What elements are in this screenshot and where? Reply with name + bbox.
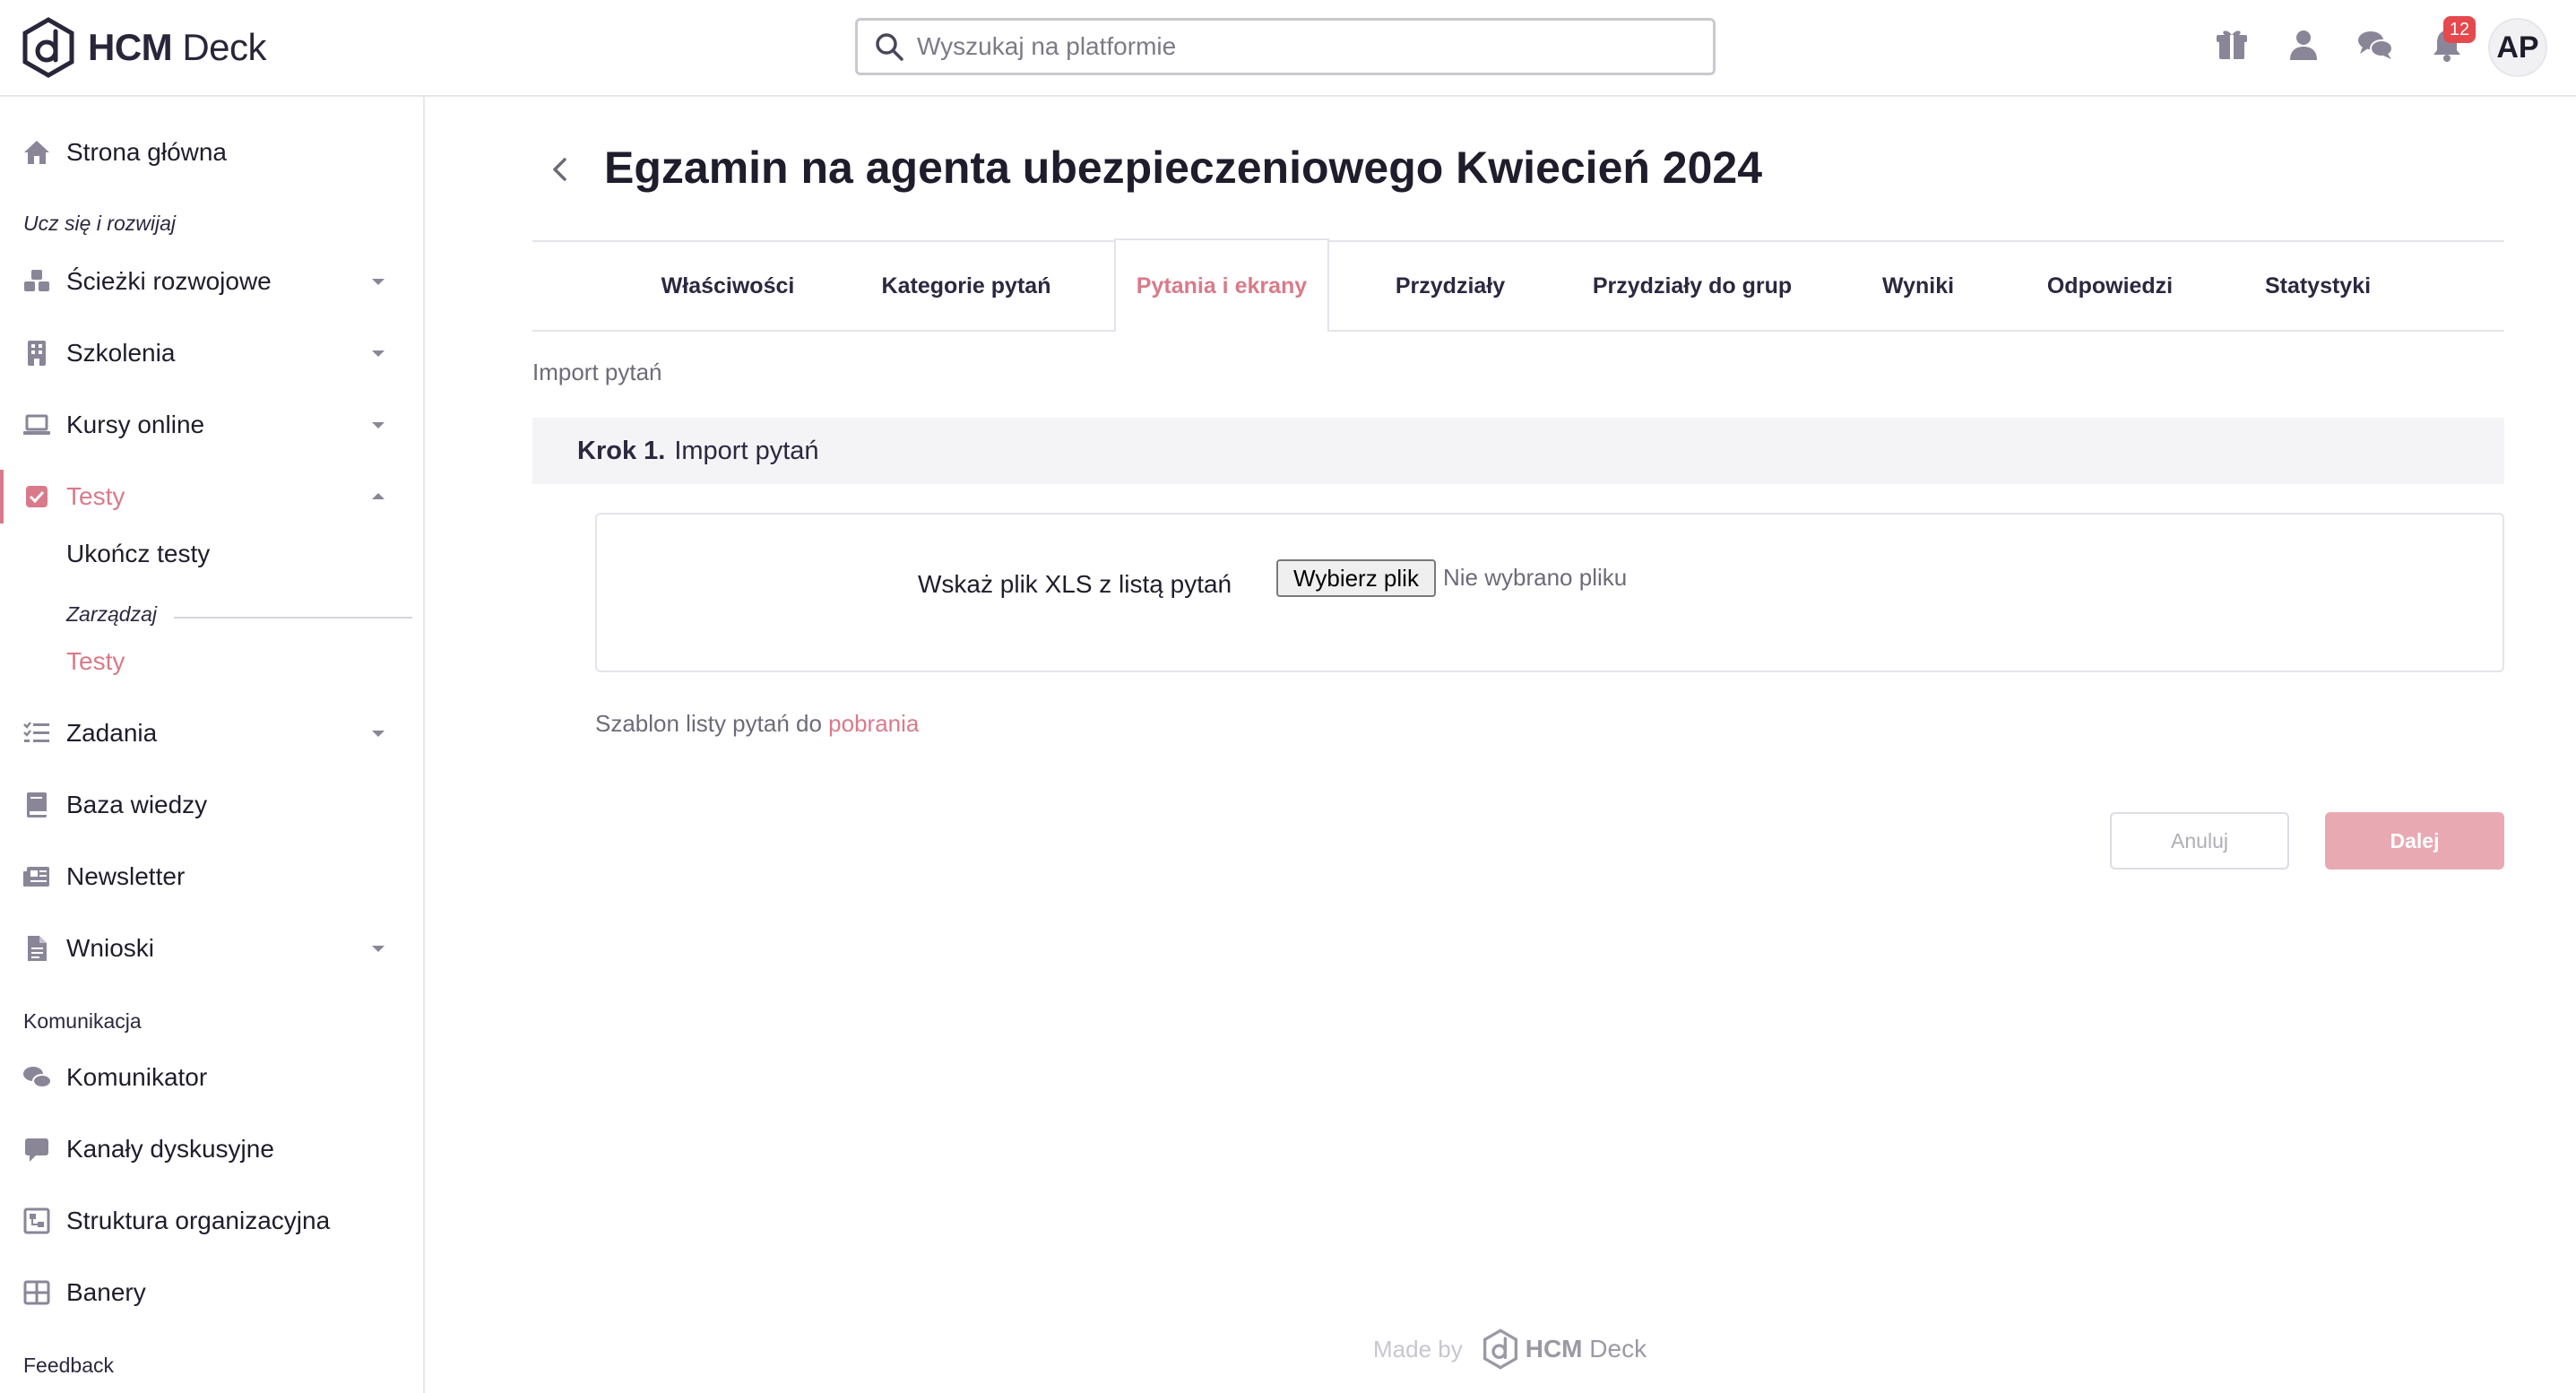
chat-icon[interactable]: [2356, 25, 2395, 65]
sidebar-item-discussion-channels[interactable]: Kanały dyskusyjne: [0, 1122, 423, 1176]
sidebar-item-label: Ścieżki rozwojowe: [66, 267, 272, 295]
sidebar-item-label: Struktura organizacyjna: [66, 1207, 331, 1234]
tab-statistics[interactable]: Statystyki: [2237, 242, 2399, 330]
sidebar-item-label: Baza wiedzy: [66, 791, 208, 818]
tab-questions-and-screens[interactable]: Pytania i ekrany: [1114, 240, 1329, 332]
tab-answers[interactable]: Odpowiedzi: [2022, 242, 2198, 330]
sidebar-item-label: Newsletter: [66, 862, 186, 890]
template-info: Szablon listy pytań do pobrania: [595, 710, 919, 738]
sidebar-item-trainings[interactable]: Szkolenia: [0, 326, 423, 380]
sidebar-item-label: Strona główna: [66, 138, 228, 166]
step-header: Krok 1. Import pytań: [532, 418, 2504, 484]
chevron-up-icon[interactable]: [366, 484, 391, 509]
sidebar-item-label: Kanały dyskusyjne: [66, 1135, 274, 1163]
brand-name: HCM Deck: [88, 26, 267, 68]
step-title: Import pytań: [674, 436, 819, 465]
tab-assignments[interactable]: Przydziały: [1370, 242, 1531, 330]
footer-brand[interactable]: HCM Deck: [1526, 1335, 1647, 1363]
user-icon[interactable]: [2284, 25, 2323, 65]
sidebar-item-label: Wnioski: [66, 934, 155, 962]
hcm-deck-logo[interactable]: HCM Deck: [22, 16, 267, 79]
sidebar-item-label: Komunikator: [66, 1063, 208, 1091]
choose-file-button[interactable]: Wybierz plik: [1276, 559, 1436, 597]
section-learn: Ucz się i rozwijaj: [23, 212, 176, 235]
chevron-down-icon[interactable]: [366, 936, 391, 961]
sidebar-item-banners[interactable]: Banery: [0, 1266, 423, 1319]
newspaper-icon: [22, 861, 52, 892]
building-icon: [22, 338, 52, 368]
sidebar-item-label: Kursy online: [66, 411, 205, 438]
sidebar-item-knowledge-base[interactable]: Baza wiedzy: [0, 778, 423, 832]
next-button[interactable]: Dalej: [2325, 812, 2504, 870]
tab-question-categories[interactable]: Kategorie pytań: [859, 242, 1074, 330]
sidebar-item-online-courses[interactable]: Kursy online: [0, 398, 423, 452]
tab-group-assignments[interactable]: Przydziały do grup: [1570, 242, 1814, 330]
comment-icon: [22, 1134, 52, 1164]
hcm-logo-icon: [22, 17, 74, 78]
manage-section-label: Zarządzaj: [66, 602, 157, 626]
file-status: Nie wybrano pliku: [1443, 564, 1628, 591]
cubes-icon: [22, 266, 52, 297]
comments-icon: [22, 1062, 52, 1093]
tab-properties[interactable]: Właściwości: [638, 242, 817, 330]
sidebar-item-tests[interactable]: Testy: [0, 470, 423, 523]
sidebar-item-org-structure[interactable]: Struktura organizacyjna: [0, 1194, 423, 1248]
sidebar-subitem-manage-tests[interactable]: Testy: [66, 647, 125, 676]
tabs-bottom-border: [532, 330, 2504, 332]
tab-results[interactable]: Wyniki: [1855, 242, 1981, 330]
home-icon: [22, 137, 52, 168]
cancel-button[interactable]: Anuluj: [2110, 812, 2289, 870]
breadcrumb: Import pytań: [532, 359, 662, 385]
top-bar: HCM Deck Wyszukaj na platformie 12 AP: [0, 0, 2576, 97]
gift-icon[interactable]: [2212, 25, 2252, 65]
footer: Made by HCM Deck: [1373, 1327, 1647, 1371]
template-info-text: Szablon listy pytań do: [595, 710, 829, 737]
upload-label: Wskaż plik XLS z listą pytań: [918, 570, 1232, 598]
checkbox-icon: [22, 481, 52, 512]
sidebar-item-newsletter[interactable]: Newsletter: [0, 850, 423, 904]
upload-panel: [595, 513, 2504, 672]
org-chart-icon: [22, 1206, 52, 1236]
chevron-down-icon[interactable]: [366, 721, 391, 746]
made-by-label: Made by: [1373, 1335, 1463, 1363]
download-template-link[interactable]: pobrania: [828, 710, 919, 737]
sidebar-item-label: Zadania: [66, 719, 158, 747]
search-placeholder: Wyszukaj na platformie: [917, 32, 1177, 60]
sidebar: Strona główna Ucz się i rozwijaj Ścieżki…: [0, 97, 425, 1393]
sidebar-item-tasks[interactable]: Zadania: [0, 706, 423, 760]
notification-badge: 12: [2443, 16, 2476, 43]
chevron-down-icon[interactable]: [366, 412, 391, 437]
sidebar-item-label: Szkolenia: [66, 339, 176, 367]
chevron-down-icon[interactable]: [366, 341, 391, 366]
step-number: Krok 1.: [577, 436, 666, 465]
tasks-icon: [22, 718, 52, 748]
sidebar-item-label: Banery: [66, 1278, 146, 1306]
laptop-icon: [22, 410, 52, 440]
sidebar-item-home[interactable]: Strona główna: [0, 125, 423, 179]
grid-icon: [22, 1277, 52, 1308]
file-icon: [22, 933, 52, 964]
back-button[interactable]: [538, 147, 583, 192]
sidebar-item-label: Testy: [66, 482, 125, 510]
avatar[interactable]: AP: [2488, 18, 2547, 77]
chevron-down-icon[interactable]: [366, 269, 391, 294]
chevron-left-icon: [553, 158, 566, 181]
section-feedback: Feedback: [23, 1354, 115, 1377]
hcm-logo-icon: [1482, 1328, 1517, 1370]
search-input[interactable]: Wyszukaj na platformie: [855, 18, 1716, 75]
section-communication: Komunikacja: [23, 1009, 142, 1033]
search-icon: [876, 33, 903, 61]
book-icon: [22, 790, 52, 820]
sidebar-item-development-paths[interactable]: Ścieżki rozwojowe: [0, 255, 423, 308]
divider: [174, 617, 412, 619]
page-title: Egzamin na agenta ubezpieczeniowego Kwie…: [604, 143, 1763, 193]
sidebar-subitem-complete-tests[interactable]: Ukończ testy: [66, 540, 210, 568]
sidebar-item-requests[interactable]: Wnioski: [0, 921, 423, 975]
sidebar-item-messenger[interactable]: Komunikator: [0, 1051, 423, 1104]
